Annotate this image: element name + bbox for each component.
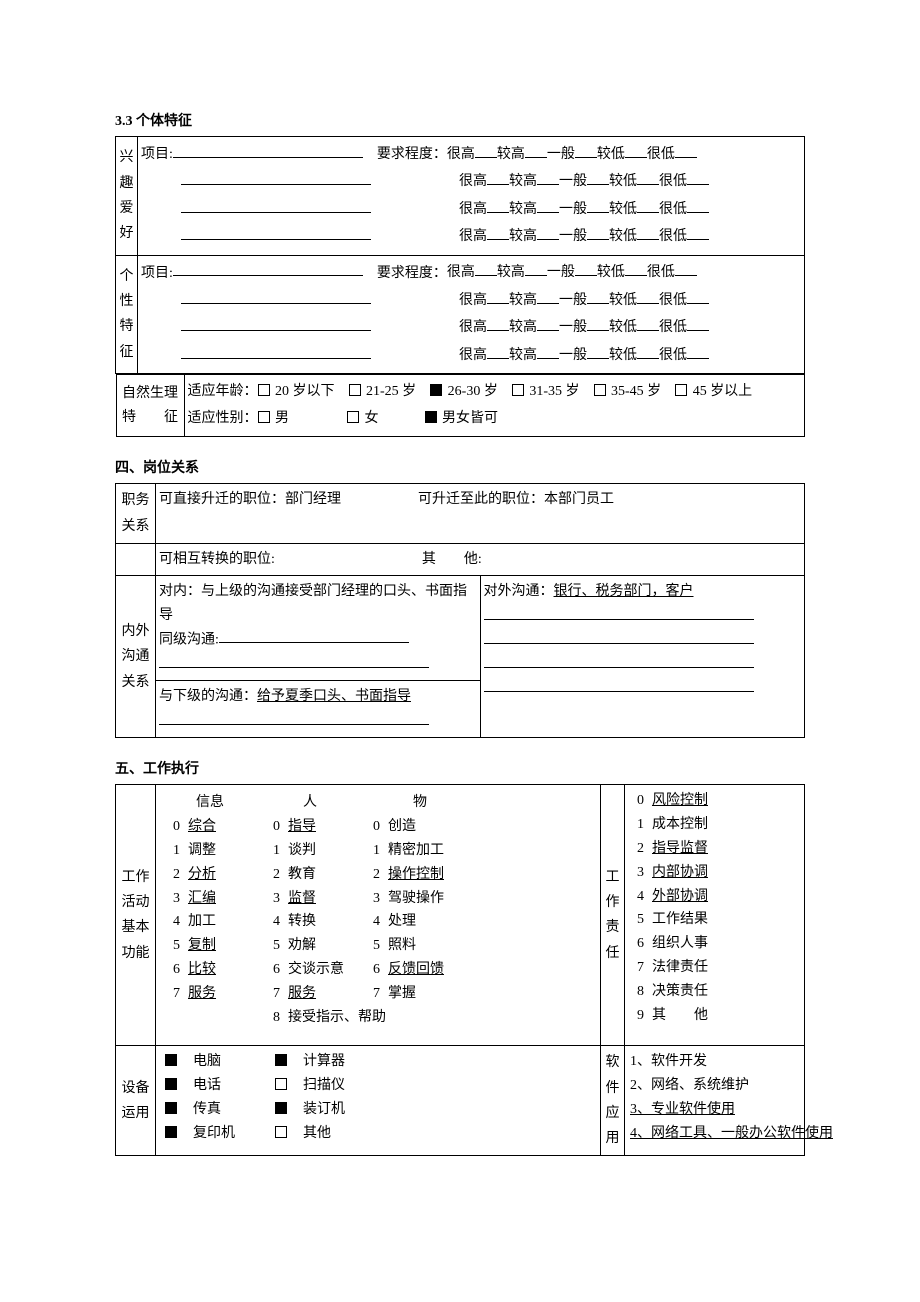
equipment-checkbox[interactable] (275, 1078, 287, 1090)
position-relation-table: 职务关系 可直接升迁的职位：部门经理 可升迁至此的职位：本部门员工 可相互转换的… (115, 483, 805, 738)
equipment-checkbox[interactable] (275, 1102, 287, 1114)
equipment-checkbox[interactable] (165, 1102, 177, 1114)
pos-lower[interactable]: 可相互转换的职位: 其 他: (156, 543, 805, 576)
natural-content[interactable]: 适应年龄： 20 岁以下 21-25 岁 26-30 岁 31-35 岁 35-… (184, 375, 804, 437)
section-4-title: 四、岗位关系 (115, 457, 805, 477)
work-exec-table: 工作活动基本功能 信息0综合1调整2分析3汇编4加工5复制6比较7服务人0指导1… (115, 784, 805, 1156)
personality-label: 个性特征 (116, 255, 138, 374)
age-checkbox[interactable] (594, 384, 606, 396)
equipment-checkbox[interactable] (165, 1078, 177, 1090)
func-content: 信息0综合1调整2分析3汇编4加工5复制6比较7服务人0指导1谈判2教育3监督4… (156, 785, 601, 1046)
equipment-checkbox[interactable] (275, 1126, 287, 1138)
soft-content: 1、软件开发2、网络、系统维护3、专业软件使用4、网络工具、一般办公软件使用 (625, 1046, 805, 1156)
eq-content[interactable]: 电脑 电话 传真 复印机 计算器 扫描仪 装订机 其他 (156, 1046, 601, 1156)
equipment-checkbox[interactable] (165, 1054, 177, 1066)
interest-label: 兴趣爱好 (116, 137, 138, 256)
comm-out[interactable]: 对外沟通：银行、税务部门，客户 (480, 576, 804, 737)
resp-content: 0风险控制1成本控制2指导监督3内部协调4外部协调5工作结果6组织人事7法律责任… (625, 785, 805, 1046)
func-label: 工作活动基本功能 (116, 785, 156, 1046)
section-3-3-title: 3.3 个体特征 (115, 110, 805, 130)
interest-content[interactable]: 项目: 要求程度：很高较高一般较低很低很高较高一般较低很低很高较高一般较低很低很… (138, 137, 805, 256)
eq-label: 设备运用 (116, 1046, 156, 1156)
pos-upper: 可直接升迁的职位：部门经理 可升迁至此的职位：本部门员工 (156, 484, 805, 543)
age-checkbox[interactable] (512, 384, 524, 396)
section-5-title: 五、工作执行 (115, 758, 805, 778)
sex-checkbox[interactable] (258, 411, 270, 423)
age-checkbox[interactable] (349, 384, 361, 396)
soft-label: 软件应用 (601, 1046, 625, 1156)
age-checkbox[interactable] (430, 384, 442, 396)
comm-in2[interactable]: 与下级的沟通：给予夏季口头、书面指导 (156, 681, 480, 737)
equipment-checkbox[interactable] (275, 1054, 287, 1066)
individual-traits-table: 兴趣爱好 项目: 要求程度：很高较高一般较低很低很高较高一般较低很低很高较高一般… (115, 136, 805, 437)
comm-in[interactable]: 对内：与上级的沟通接受部门经理的口头、书面指导 同级沟通: (156, 576, 480, 680)
personality-content[interactable]: 项目: 要求程度：很高较高一般较低很低很高较高一般较低很低很高较高一般较低很低很… (138, 255, 805, 374)
equipment-checkbox[interactable] (165, 1126, 177, 1138)
comm-content: 对内：与上级的沟通接受部门经理的口头、书面指导 同级沟通: 对外沟通：银行、税务… (156, 576, 805, 738)
age-checkbox[interactable] (675, 384, 687, 396)
natural-label: 自然生理 特 征 (116, 375, 184, 437)
comm-label: 内外沟通关系 (116, 576, 156, 738)
sex-checkbox[interactable] (347, 411, 359, 423)
sex-checkbox[interactable] (425, 411, 437, 423)
age-checkbox[interactable] (258, 384, 270, 396)
natural-row: 自然生理 特 征 适应年龄： 20 岁以下 21-25 岁 26-30 岁 31… (116, 374, 805, 438)
resp-label: 工作责任 (601, 785, 625, 1046)
position-rel-label: 职务关系 (116, 484, 156, 543)
